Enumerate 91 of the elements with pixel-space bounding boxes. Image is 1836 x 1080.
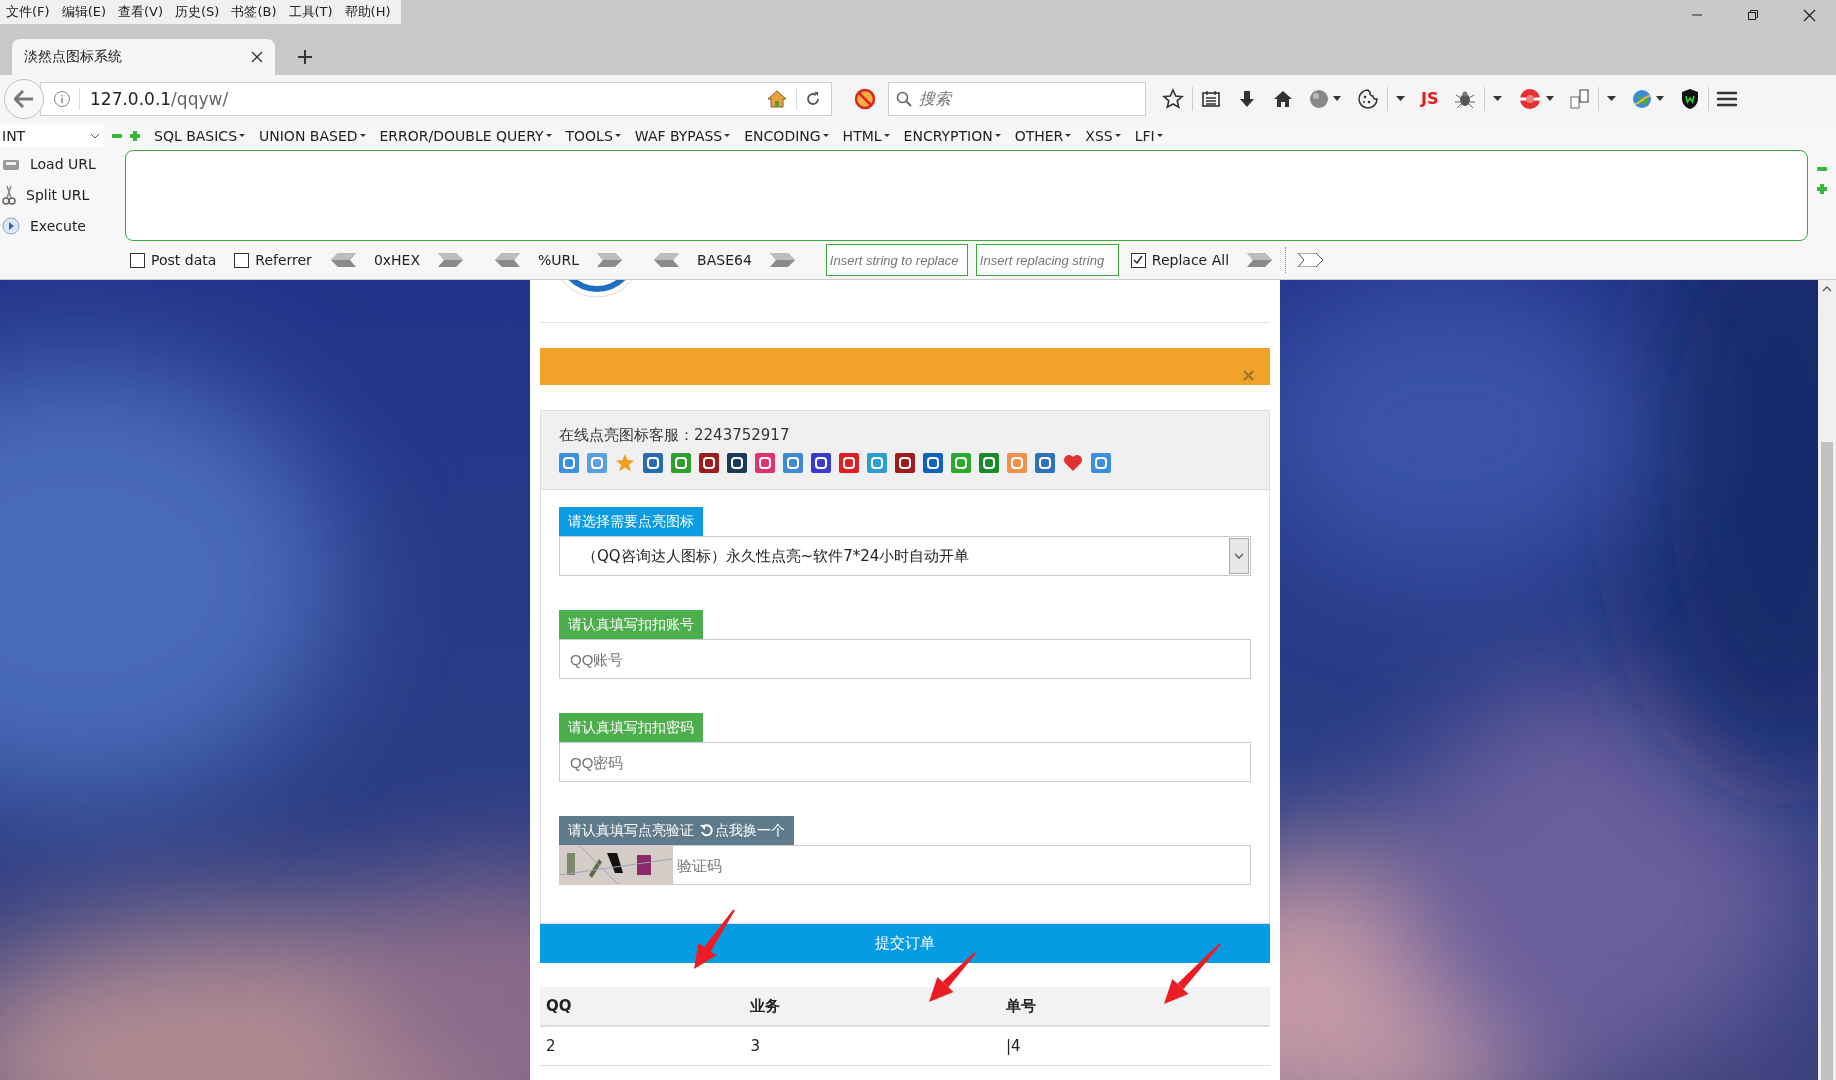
hackbar-menu[interactable]: WAF BYPASS xyxy=(634,127,731,144)
url-textarea[interactable] xyxy=(125,149,1808,242)
hackbar-menu[interactable]: ENCRYPTION xyxy=(903,127,1001,144)
replace-arrow-icon[interactable] xyxy=(1247,253,1274,268)
hackbar-menu[interactable]: ENCODING xyxy=(744,127,829,144)
chevron-icon xyxy=(90,132,100,139)
decode-arrow-icon[interactable] xyxy=(653,253,680,268)
checkbox[interactable] xyxy=(234,252,250,268)
close-icon[interactable] xyxy=(251,51,263,63)
scrollbar-thumb[interactable] xyxy=(1821,442,1833,1080)
checkbox[interactable] xyxy=(1130,252,1146,268)
menu-item[interactable]: 文件(F) xyxy=(0,3,56,21)
cookie-icon[interactable] xyxy=(1357,87,1379,110)
hackbar-menu[interactable]: LFI xyxy=(1134,127,1163,144)
info-icon xyxy=(53,89,71,108)
scroll-up-icon[interactable] xyxy=(1822,286,1832,292)
tab-title: 淡然点图标系统 xyxy=(24,48,122,66)
menu-item[interactable]: 工具(T) xyxy=(282,3,339,21)
caret-icon[interactable] xyxy=(1333,96,1341,101)
menu-item[interactable]: 书签(B) xyxy=(225,3,283,21)
hackbar-menu[interactable]: UNION BASED xyxy=(259,127,366,144)
encoder-label: 0xHEX xyxy=(373,252,421,269)
caret-icon xyxy=(994,134,1001,138)
shield-icon[interactable] xyxy=(1680,87,1701,110)
hackbar-menu[interactable]: SQL BASICS xyxy=(154,127,245,144)
encode-arrow-icon[interactable] xyxy=(769,253,796,268)
replace-arrow-icon[interactable] xyxy=(1298,253,1325,268)
download-icon[interactable] xyxy=(1237,88,1257,109)
encoding-select[interactable]: INT xyxy=(0,124,104,147)
encode-arrow-icon[interactable] xyxy=(597,253,624,268)
caret-icon xyxy=(545,134,552,138)
caret-icon xyxy=(822,134,829,138)
caret-icon xyxy=(1065,134,1072,138)
caret-icon xyxy=(239,134,245,138)
search-icon xyxy=(896,90,912,107)
caret-icon[interactable] xyxy=(1396,96,1405,101)
caret-icon[interactable] xyxy=(1607,96,1617,101)
play-icon xyxy=(2,217,20,235)
encoder-label: %URL xyxy=(538,252,580,269)
browser-tab[interactable]: 淡然点图标系统 xyxy=(12,39,275,75)
target-icon[interactable] xyxy=(1518,87,1543,110)
decode-arrow-icon[interactable] xyxy=(494,253,521,268)
caret-icon xyxy=(359,134,366,138)
documents-icon[interactable] xyxy=(1570,88,1591,109)
checkbox-label: Post data xyxy=(151,252,217,269)
url-host: 127.0.0.1 xyxy=(90,88,172,109)
url-path: /qqyw/ xyxy=(171,88,229,109)
caret-icon xyxy=(1156,134,1163,138)
star-icon[interactable] xyxy=(1162,87,1184,110)
scrollbar[interactable] xyxy=(1818,280,1836,1080)
menu-icon[interactable] xyxy=(1717,89,1738,108)
menu-item[interactable]: 历史(S) xyxy=(169,3,226,21)
reading-list-icon[interactable] xyxy=(1201,89,1221,108)
caret-icon[interactable] xyxy=(1546,96,1555,101)
home-icon[interactable] xyxy=(1273,88,1293,109)
blocked-icon[interactable] xyxy=(854,87,876,110)
caret-icon xyxy=(1114,134,1121,138)
hackbar-menu[interactable]: TOOLS xyxy=(565,127,621,144)
url-field[interactable]: 127.0.0.1/qqyw/ xyxy=(40,81,832,116)
caret-icon[interactable] xyxy=(1493,96,1503,101)
hackbar-menu[interactable]: HTML xyxy=(842,127,890,144)
plus-icon[interactable] xyxy=(297,49,313,65)
checkbox[interactable] xyxy=(130,252,145,268)
menu-item[interactable]: 查看(V) xyxy=(112,3,170,21)
js-button[interactable]: JS xyxy=(1421,89,1439,108)
encoder-label: BASE64 xyxy=(697,252,752,269)
caret-icon xyxy=(614,134,621,138)
checkbox-label: Replace All xyxy=(1151,252,1230,269)
replace-from-field[interactable]: Insert string to replace xyxy=(825,244,968,277)
close-icon[interactable] xyxy=(1803,8,1816,22)
reload-icon[interactable] xyxy=(805,90,821,107)
back-button[interactable] xyxy=(4,78,44,119)
caret-icon[interactable] xyxy=(1656,96,1665,101)
hackbar-menu[interactable]: XSS xyxy=(1085,127,1121,144)
menu-item[interactable]: 编辑(E) xyxy=(55,3,112,21)
restore-icon[interactable] xyxy=(1747,9,1759,21)
hackbar-action[interactable]: Execute xyxy=(0,217,108,235)
caret-icon xyxy=(724,134,731,138)
caret-icon xyxy=(883,134,890,138)
checkbox-label: Referrer xyxy=(255,252,312,269)
encode-arrow-icon[interactable] xyxy=(438,253,465,268)
hackbar-action[interactable]: Load URL xyxy=(0,156,108,173)
back-arrow-icon xyxy=(14,89,34,108)
scissors-icon xyxy=(2,184,16,205)
decode-arrow-icon[interactable] xyxy=(329,253,356,268)
replace-to-field[interactable]: Insert replacing string xyxy=(975,244,1119,277)
menu-item[interactable]: 帮助(H) xyxy=(338,3,397,21)
hackbar-menu[interactable]: OTHER xyxy=(1014,127,1072,144)
search-field[interactable]: 搜索 xyxy=(888,81,1146,116)
hackbar-menu[interactable]: ERROR/DOUBLE QUERY xyxy=(379,127,552,144)
hackbar-action[interactable]: Split URL xyxy=(0,184,108,205)
